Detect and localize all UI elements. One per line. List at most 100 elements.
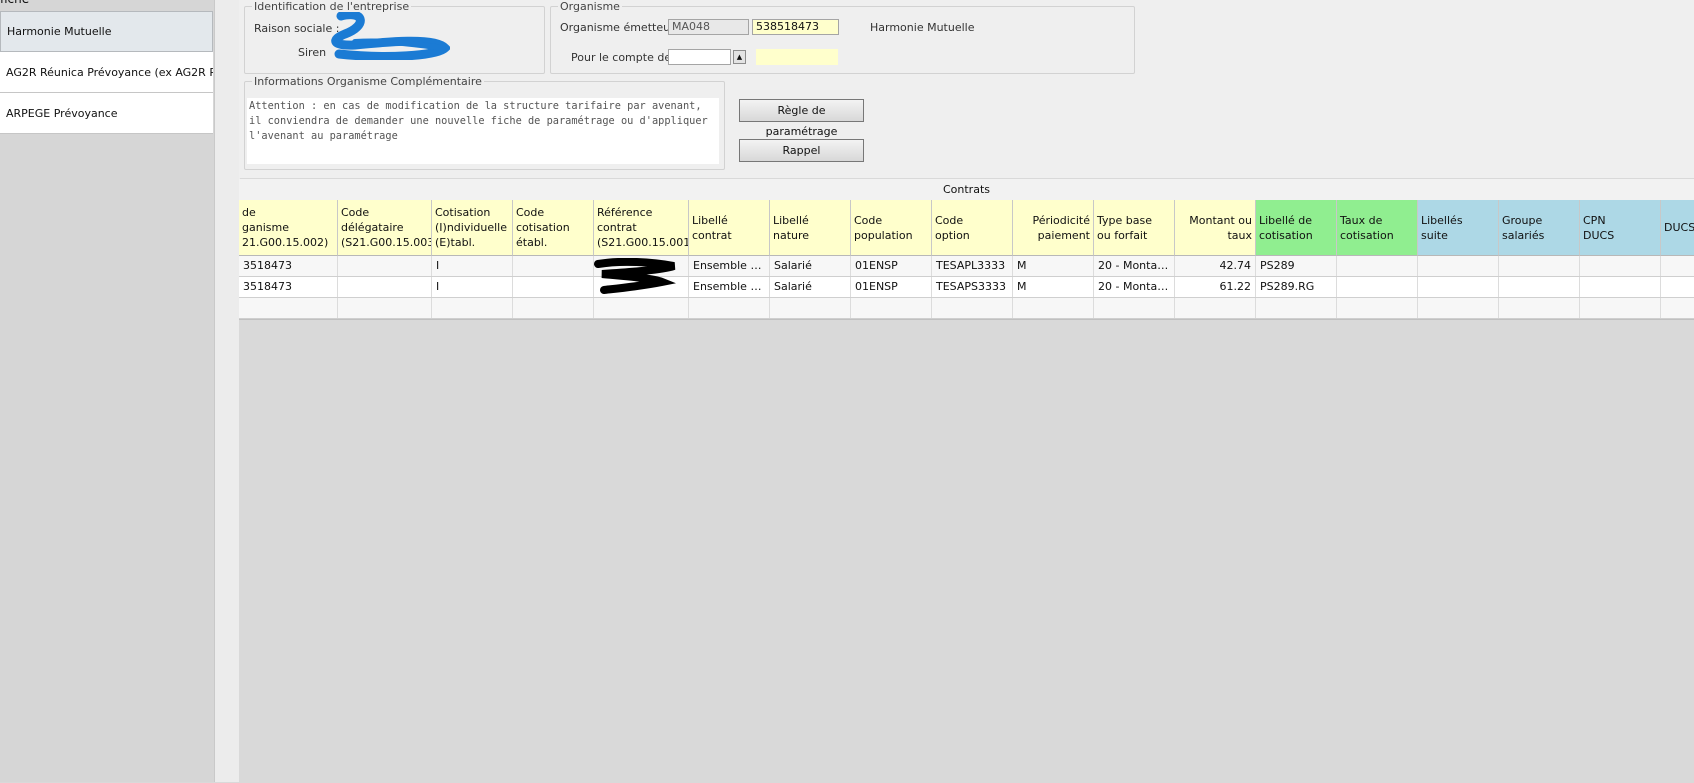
table-cell[interactable]: I <box>432 277 513 297</box>
column-header[interactable]: Type base ou forfait <box>1094 200 1175 256</box>
table-cell[interactable] <box>1337 256 1418 276</box>
table-cell[interactable] <box>689 298 770 318</box>
column-header[interactable]: Libellé nature <box>770 200 851 256</box>
table-cell[interactable] <box>1418 298 1499 318</box>
table-cell[interactable] <box>432 298 513 318</box>
table-row[interactable]: 3518473 I Ensemble du... Salarié 01ENSP TESAP… <box>239 256 1694 277</box>
table-cell[interactable]: M <box>1013 277 1094 297</box>
table-cell[interactable]: 20 - Montan... <box>1094 256 1175 276</box>
table-row[interactable]: 3518473 I Ensemble du... Salarié 01ENSP TESAP… <box>239 277 1694 298</box>
column-header-text: de <box>242 206 256 219</box>
chevron-up-icon[interactable]: ▲ <box>733 50 746 64</box>
column-header-text: salariés <box>1502 228 1545 242</box>
table-cell[interactable] <box>770 298 851 318</box>
column-header-text: Taux de <box>1340 213 1383 227</box>
sidebar-item-harmonie-mutuelle[interactable]: Harmonie Mutuelle <box>0 11 213 52</box>
column-header[interactable]: Code délégataire (S21.G00.15.003) <box>338 200 432 256</box>
table-cell[interactable] <box>1499 298 1580 318</box>
column-header-text: nature <box>773 228 810 242</box>
table-cell[interactable] <box>513 256 594 276</box>
siren-label: Siren <box>298 46 327 59</box>
splitter[interactable] <box>214 0 240 782</box>
rappel-button[interactable]: Rappel <box>739 139 864 162</box>
column-header[interactable]: Périodicité paiement <box>1013 200 1094 256</box>
table-cell[interactable]: 20 - Montan... <box>1094 277 1175 297</box>
column-header-text: (S21.G00.15.003) <box>341 236 432 249</box>
table-cell[interactable] <box>338 277 432 297</box>
table-cell[interactable] <box>338 256 432 276</box>
table-cell[interactable] <box>932 298 1013 318</box>
table-cell[interactable]: Ensemble du... <box>689 277 770 297</box>
column-header[interactable]: Cotisation (I)ndividuelle (E)tabl. <box>432 200 513 256</box>
column-header-text: (I)ndividuelle <box>435 221 508 234</box>
table-cell[interactable]: Salarié <box>770 256 851 276</box>
table-cell[interactable]: TESAPS3333 <box>932 277 1013 297</box>
table-cell[interactable]: Salarié <box>770 277 851 297</box>
column-header[interactable]: Libellé contrat <box>689 200 770 256</box>
column-header[interactable]: DUCS <box>1661 200 1694 256</box>
table-row[interactable] <box>239 298 1694 319</box>
table-cell[interactable] <box>239 298 338 318</box>
table-cell[interactable] <box>1580 277 1661 297</box>
table-cell[interactable] <box>1013 298 1094 318</box>
table-cell[interactable]: PS289.RG <box>1256 277 1337 297</box>
table-cell[interactable]: 3518473 <box>239 256 338 276</box>
table-cell[interactable]: Ensemble du... <box>689 256 770 276</box>
column-header[interactable]: Libellés suite <box>1418 200 1499 256</box>
pour-compte-extra[interactable] <box>756 49 838 65</box>
table-cell[interactable]: 01ENSP <box>851 277 932 297</box>
table-cell[interactable] <box>1175 298 1256 318</box>
table-cell[interactable] <box>513 298 594 318</box>
column-header[interactable]: Montant ou taux <box>1175 200 1256 256</box>
table-cell[interactable] <box>851 298 932 318</box>
column-header-text: Code <box>341 206 370 219</box>
column-header-text: cotisation <box>1259 228 1313 242</box>
table-cell[interactable]: TESAPL3333 <box>932 256 1013 276</box>
table-cell[interactable] <box>1094 298 1175 318</box>
column-header[interactable]: Code option <box>932 200 1013 256</box>
table-cell[interactable] <box>1580 256 1661 276</box>
table-cell[interactable] <box>1661 256 1694 276</box>
column-header[interactable]: de ganisme 21.G00.15.002) <box>239 200 338 256</box>
table-cell[interactable] <box>1418 277 1499 297</box>
table-cell[interactable]: PS289 <box>1256 256 1337 276</box>
table-cell[interactable]: 01ENSP <box>851 256 932 276</box>
column-header[interactable]: CPN DUCS <box>1580 200 1661 256</box>
table-cell[interactable] <box>1499 277 1580 297</box>
organisme-emetteur-siren[interactable]: 538518473 <box>752 19 839 35</box>
table-cell[interactable] <box>1580 298 1661 318</box>
column-header-text: Code <box>854 213 883 227</box>
column-header[interactable]: Code cotisation établ. <box>513 200 594 256</box>
table-cell[interactable]: 3518473 <box>239 277 338 297</box>
table-cell[interactable] <box>1661 298 1694 318</box>
organisme-emetteur-code[interactable]: MA048 <box>668 19 749 35</box>
column-header-text: suite <box>1421 228 1448 242</box>
column-header[interactable]: Référence contrat (S21.G00.15.001) <box>594 200 689 256</box>
table-cell[interactable] <box>1337 277 1418 297</box>
info-complementaire-text[interactable]: Attention : en cas de modification de la… <box>247 98 719 164</box>
column-header-text: Type base <box>1097 213 1152 227</box>
column-header[interactable]: Taux de cotisation <box>1337 200 1418 256</box>
column-header[interactable]: Groupe salariés <box>1499 200 1580 256</box>
table-cell[interactable]: M <box>1013 256 1094 276</box>
table-cell[interactable] <box>1499 256 1580 276</box>
table-cell[interactable] <box>513 277 594 297</box>
table-cell[interactable]: 61.22 <box>1175 277 1256 297</box>
table-cell[interactable] <box>594 298 689 318</box>
table-cell[interactable]: I <box>432 256 513 276</box>
table-cell[interactable] <box>1337 298 1418 318</box>
empty-area <box>239 319 1694 783</box>
column-header[interactable]: Libellé de cotisation <box>1256 200 1337 256</box>
table-cell[interactable] <box>1418 256 1499 276</box>
column-header[interactable]: Code population <box>851 200 932 256</box>
column-header-text: cotisation <box>1340 228 1394 242</box>
table-cell[interactable] <box>1256 298 1337 318</box>
pour-compte-input[interactable] <box>668 49 731 65</box>
column-header-text: option <box>935 228 970 242</box>
sidebar-item-ag2r[interactable]: AG2R Réunica Prévoyance (ex AG2R Prév... <box>0 52 213 93</box>
sidebar-item-arpege[interactable]: ARPEGE Prévoyance <box>0 93 213 134</box>
table-cell[interactable] <box>1661 277 1694 297</box>
table-cell[interactable]: 42.74 <box>1175 256 1256 276</box>
regle-parametrage-button[interactable]: Règle de paramétrage <box>739 99 864 138</box>
table-cell[interactable] <box>338 298 432 318</box>
